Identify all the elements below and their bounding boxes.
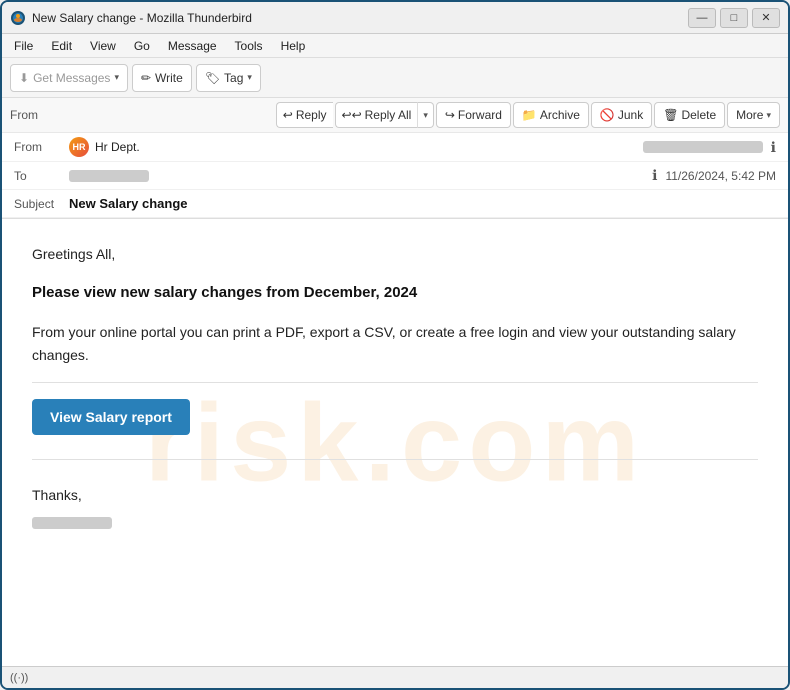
app-icon [10,10,26,26]
sub-message-text: From your online portal you can print a … [32,321,758,366]
close-button[interactable]: ✕ [752,8,780,28]
menu-message[interactable]: Message [160,37,225,55]
reply-all-dropdown[interactable]: ▾ [417,102,434,128]
email-content: Greetings All, Please view new salary ch… [32,243,758,533]
forward-button[interactable]: ↪ Forward [436,102,511,128]
archive-button[interactable]: 📁 Archive [513,102,589,128]
subject-row: Subject New Salary change [2,190,788,218]
from-email-blurred [643,141,763,153]
sender-info-icon[interactable]: ℹ [771,139,776,156]
reply-all-icon: ↩↩ [342,108,362,122]
email-body: risk.com Greetings All, Please view new … [2,219,788,666]
forward-icon: ↪ [445,108,455,122]
write-button[interactable]: ✏ Write [132,64,192,92]
from-sender-name: Hr Dept. [95,140,643,154]
body-divider [32,382,758,383]
minimize-button[interactable]: — [688,8,716,28]
reply-all-button-group: ↩↩ Reply All ▾ [335,102,434,128]
download-icon: ⬇ [19,71,29,85]
delete-button[interactable]: 🗑 Delete [654,102,725,128]
get-messages-dropdown-icon: ▾ [114,72,119,83]
tag-dropdown-icon: ▾ [247,72,252,83]
subject-label: Subject [14,197,69,211]
window-controls: — □ ✕ [688,8,780,28]
menu-file[interactable]: File [6,37,41,55]
sender-avatar: HR [69,137,89,157]
menu-tools[interactable]: Tools [227,37,271,55]
archive-icon: 📁 [522,108,537,122]
reply-icon: ↩ [283,108,293,122]
to-email-blurred [69,170,149,182]
junk-icon: 🚫 [600,108,615,122]
menu-view[interactable]: View [82,37,124,55]
window-title: New Salary change - Mozilla Thunderbird [32,11,688,25]
menu-edit[interactable]: Edit [43,37,80,55]
more-dropdown-icon: ▾ [766,110,771,121]
from-label: From [14,140,69,154]
email-datetime: 11/26/2024, 5:42 PM [665,169,776,183]
menu-help[interactable]: Help [273,37,314,55]
more-button[interactable]: More ▾ [727,102,780,128]
to-info-icon[interactable]: ℹ [652,167,657,184]
sign-off-section: Thanks, [32,484,758,533]
main-toolbar: ⬇ Get Messages ▾ ✏ Write 🏷 Tag ▾ [2,58,788,98]
get-messages-button[interactable]: ⬇ Get Messages ▾ [10,64,128,92]
greeting-text: Greetings All, [32,243,758,265]
tag-button[interactable]: 🏷 Tag ▾ [196,64,261,92]
from-label-action: From [10,108,65,122]
reply-all-button[interactable]: ↩↩ Reply All [335,102,418,128]
to-row: To ℹ 11/26/2024, 5:42 PM [2,162,788,190]
junk-button[interactable]: 🚫 Junk [591,102,652,128]
subject-value: New Salary change [69,196,188,211]
tag-icon: 🏷 [205,71,220,85]
write-icon: ✏ [141,71,151,85]
menubar: File Edit View Go Message Tools Help [2,34,788,58]
reply-button-group: ↩ Reply [276,102,333,128]
from-row: From HR Hr Dept. ℹ [2,133,788,162]
menu-go[interactable]: Go [126,37,158,55]
maximize-button[interactable]: □ [720,8,748,28]
delete-icon: 🗑 [663,108,678,122]
sender-name-blurred [32,517,112,529]
to-label: To [14,169,69,183]
email-header: From ↩ Reply ↩↩ Reply All ▾ ↪ Forward [2,98,788,219]
statusbar: ((·)) [2,666,788,688]
view-salary-report-button[interactable]: View Salary report [32,399,190,435]
sign-off-text: Thanks, [32,484,758,506]
body-divider-2 [32,459,758,460]
main-message-text: Please view new salary changes from Dece… [32,281,758,305]
action-toolbar: From ↩ Reply ↩↩ Reply All ▾ ↪ Forward [2,98,788,133]
wifi-icon: ((·)) [10,672,28,684]
thunderbird-window: New Salary change - Mozilla Thunderbird … [0,0,790,690]
titlebar: New Salary change - Mozilla Thunderbird … [2,2,788,34]
reply-button[interactable]: ↩ Reply [276,102,333,128]
